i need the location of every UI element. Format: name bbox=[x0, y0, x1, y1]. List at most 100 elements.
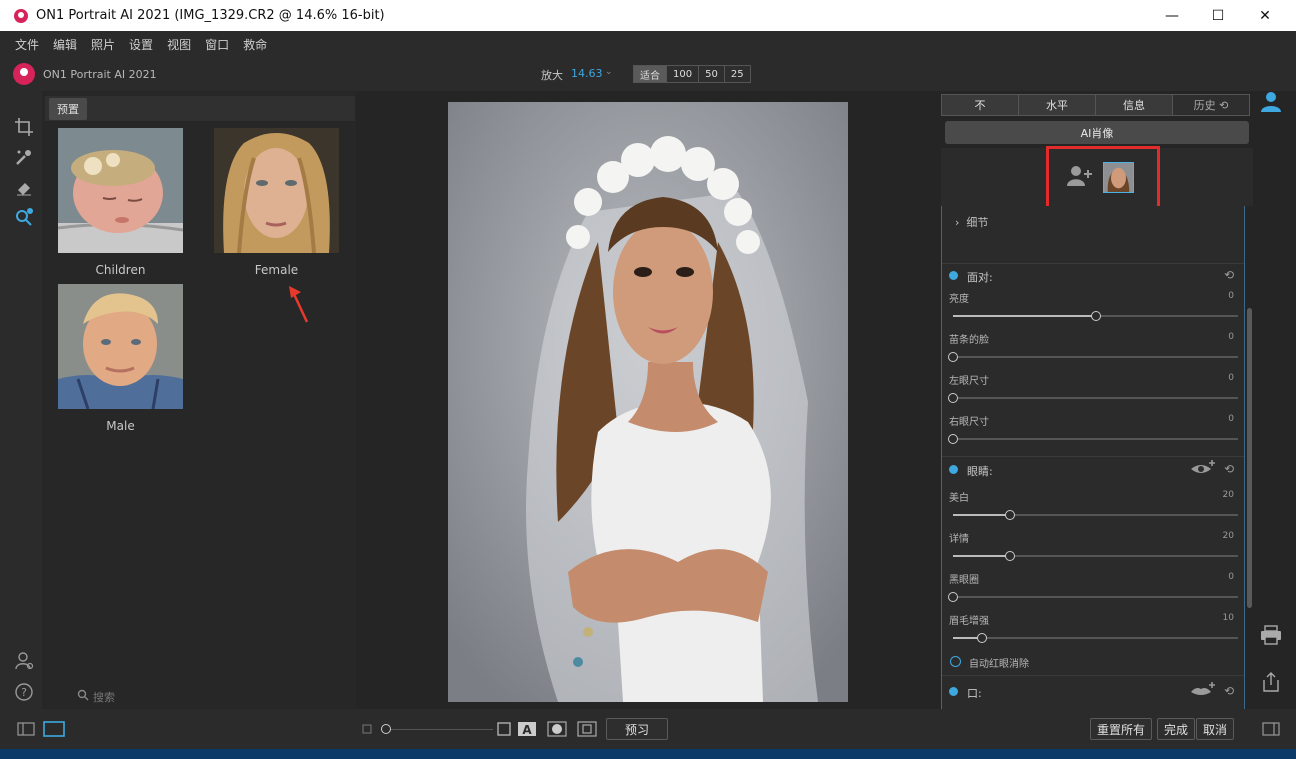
help-icon[interactable]: ? bbox=[13, 681, 35, 703]
window-title: ON1 Portrait AI 2021 (IMG_1329.CR2 @ 14.… bbox=[36, 8, 385, 23]
history-undo-icon: ⟲ bbox=[1219, 98, 1229, 112]
slider-value-brow-enhance: 10 bbox=[1222, 613, 1234, 623]
slider-label-brow-enhance: 眉毛增强 bbox=[949, 616, 989, 627]
top-toolbar: ON1 Portrait AI 2021 放大 14.63 ⌄ 适合 100 5… bbox=[0, 57, 1296, 112]
mouth-add-icon[interactable] bbox=[1190, 681, 1216, 699]
done-button[interactable]: 完成 bbox=[1157, 718, 1196, 740]
mouth-reset-icon[interactable]: ⟲ bbox=[1224, 684, 1234, 698]
face-reset-icon[interactable]: ⟲ bbox=[1224, 268, 1234, 282]
eyes-section-title: 眼睛: bbox=[967, 465, 993, 478]
cancel-button[interactable]: 取消 bbox=[1196, 718, 1235, 740]
menu-help[interactable]: 救命 bbox=[243, 36, 267, 53]
slider-fill bbox=[953, 514, 1010, 516]
panel-toggle-right-icon[interactable] bbox=[1262, 722, 1280, 736]
chevron-down-icon[interactable]: ⌄ bbox=[605, 67, 613, 77]
reset-all-button[interactable]: 重置所有 bbox=[1090, 718, 1153, 740]
svg-text:A: A bbox=[522, 723, 532, 737]
slider-knob[interactable] bbox=[1005, 510, 1015, 520]
print-icon[interactable] bbox=[1260, 625, 1282, 645]
whiten-slider[interactable] bbox=[953, 510, 1238, 520]
portrait-module-icon[interactable] bbox=[1259, 90, 1283, 114]
add-face-icon[interactable] bbox=[1066, 164, 1094, 188]
preset-search-input[interactable]: 搜索 bbox=[93, 689, 115, 705]
slider-knob[interactable] bbox=[948, 592, 958, 602]
tab-info[interactable]: 信息 bbox=[1095, 94, 1173, 116]
crop-tool-icon[interactable] bbox=[13, 116, 35, 138]
menu-file[interactable]: 文件 bbox=[15, 36, 39, 53]
presets-tab[interactable]: 预置 bbox=[49, 98, 87, 120]
preset-label-children: Children bbox=[95, 263, 146, 277]
eraser-tool-icon[interactable] bbox=[13, 176, 35, 198]
single-view-icon[interactable] bbox=[43, 721, 65, 737]
tab-none[interactable]: 不 bbox=[941, 94, 1019, 116]
right-eye-size-slider[interactable] bbox=[948, 434, 1238, 444]
retouch-brush-icon[interactable] bbox=[13, 146, 35, 168]
close-button[interactable]: ✕ bbox=[1242, 0, 1288, 31]
zoom-presets: 适合 100 50 25 bbox=[633, 65, 751, 83]
slider-fill bbox=[953, 555, 1010, 557]
brand-logo-icon bbox=[13, 63, 35, 85]
thumb-size-large-icon[interactable] bbox=[497, 722, 511, 736]
slider-knob[interactable] bbox=[948, 352, 958, 362]
zoom-value[interactable]: 14.63 bbox=[571, 67, 603, 80]
tab-history[interactable]: 历史 ⟲ bbox=[1172, 94, 1250, 116]
preset-thumbnail-children[interactable] bbox=[58, 128, 183, 253]
divider bbox=[942, 675, 1244, 676]
slider-label-whiten: 美白 bbox=[949, 493, 969, 504]
brow-enhance-slider[interactable] bbox=[953, 633, 1238, 643]
eyes-reset-icon[interactable]: ⟲ bbox=[1224, 462, 1234, 476]
maximize-button[interactable]: ☐ bbox=[1195, 0, 1241, 31]
preset-label-male: Male bbox=[106, 419, 135, 433]
brightness-slider[interactable] bbox=[953, 311, 1238, 321]
left-eye-size-slider[interactable] bbox=[948, 393, 1238, 403]
export-icon[interactable] bbox=[1260, 671, 1282, 693]
slider-knob[interactable] bbox=[1090, 311, 1101, 321]
slider-knob[interactable] bbox=[948, 393, 958, 403]
red-eye-checkbox[interactable] bbox=[950, 656, 961, 667]
slim-face-slider[interactable] bbox=[948, 352, 1238, 362]
preset-thumbnail-male[interactable] bbox=[58, 284, 183, 409]
slider-knob[interactable] bbox=[1005, 551, 1015, 561]
text-overlay-icon[interactable]: A bbox=[517, 721, 537, 737]
preview-button[interactable]: 预习 bbox=[606, 718, 668, 740]
slider-knob[interactable] bbox=[948, 434, 958, 444]
eye-add-icon[interactable] bbox=[1190, 459, 1216, 477]
tab-levels[interactable]: 水平 bbox=[1018, 94, 1096, 116]
title-bar: ON1 Portrait AI 2021 (IMG_1329.CR2 @ 14.… bbox=[0, 0, 1296, 31]
face-search-icon[interactable] bbox=[13, 206, 35, 228]
annotation-arrow bbox=[289, 286, 309, 323]
zoom-label: 放大 bbox=[541, 69, 563, 82]
zoom-fit-button[interactable]: 适合 bbox=[633, 65, 667, 83]
panel-toggle-left-icon[interactable] bbox=[17, 722, 35, 736]
detail-expander[interactable]: › 细节 bbox=[955, 214, 988, 230]
detected-face-thumbnail[interactable] bbox=[1103, 162, 1134, 193]
mask-view-icon[interactable] bbox=[547, 721, 567, 737]
zoom-25-button[interactable]: 25 bbox=[723, 65, 751, 83]
menu-edit[interactable]: 编辑 bbox=[53, 36, 77, 53]
ai-portrait-button[interactable]: AI肖像 bbox=[945, 121, 1249, 144]
minimize-button[interactable]: — bbox=[1149, 0, 1195, 31]
slider-label-details: 详情 bbox=[949, 534, 969, 545]
preset-thumbnail-female[interactable] bbox=[214, 128, 339, 253]
slider-knob[interactable] bbox=[976, 633, 987, 643]
eyes-section-toggle[interactable] bbox=[949, 465, 958, 474]
dark-circles-slider[interactable] bbox=[948, 592, 1238, 602]
zoom-50-button[interactable]: 50 bbox=[698, 65, 725, 83]
menu-settings[interactable]: 设置 bbox=[129, 36, 153, 53]
tab-history-label: 历史 bbox=[1193, 99, 1216, 112]
menu-photo[interactable]: 照片 bbox=[91, 36, 115, 53]
thumb-size-small-icon[interactable] bbox=[362, 724, 372, 734]
menu-window[interactable]: 窗口 bbox=[205, 36, 229, 53]
user-account-icon[interactable] bbox=[13, 650, 35, 672]
menu-view[interactable]: 视图 bbox=[167, 36, 191, 53]
mouth-section-toggle[interactable] bbox=[949, 687, 958, 696]
panel-scrollbar[interactable] bbox=[1247, 308, 1252, 608]
zoom-100-button[interactable]: 100 bbox=[666, 65, 700, 83]
face-section-toggle[interactable] bbox=[949, 271, 958, 280]
slider-label-left-eye-size: 左眼尺寸 bbox=[949, 376, 989, 387]
thumb-size-slider-knob[interactable] bbox=[381, 724, 391, 734]
compare-view-icon[interactable] bbox=[577, 721, 597, 737]
thumb-size-slider-track[interactable] bbox=[383, 729, 493, 730]
details-slider[interactable] bbox=[953, 551, 1238, 561]
slider-value-left-eye-size: 0 bbox=[1228, 373, 1234, 383]
